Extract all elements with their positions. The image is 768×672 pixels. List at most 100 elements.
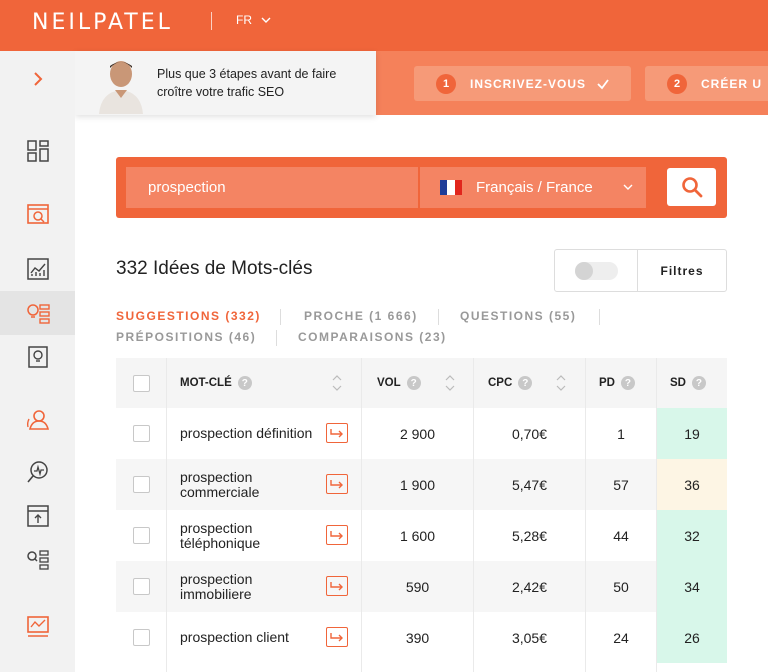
table-row[interactable]: prospection immobiliere 590 2,42€ 50 <box>116 561 727 612</box>
keyword-line: prospection client <box>180 629 289 645</box>
table-header: MOT-CLÉ ? VOL ? CPC ? PD ? SD ? <box>116 358 727 408</box>
tab-suggestions[interactable]: SUGGESTIONS (332) <box>116 309 261 323</box>
pd-cell: 50 <box>613 578 629 595</box>
sd-cell: 32 <box>657 510 727 561</box>
open-keyword-button[interactable] <box>326 423 348 443</box>
cpc-cell: 3,05€ <box>511 629 548 646</box>
keyword-text: prospection immobiliere <box>180 570 253 602</box>
table-row[interactable]: prospection téléphonique 1 600 5,28€ 44 <box>116 510 727 561</box>
keyword-line: prospection définition <box>180 425 313 441</box>
column-divider <box>166 358 167 672</box>
locale-select[interactable]: Français / France <box>420 167 646 208</box>
filter-toggle[interactable] <box>574 261 618 280</box>
volume-cell: 590 <box>405 578 430 595</box>
chart-icon <box>26 258 49 280</box>
column-header-vol[interactable]: VOL ? <box>377 358 421 408</box>
cpc-cell: 0,70€ <box>511 425 548 442</box>
tab-comparaisons[interactable]: COMPARAISONS (23) <box>298 330 447 344</box>
filters-button[interactable]: Filtres <box>638 250 726 291</box>
search-analytics-icon <box>26 461 48 483</box>
sort-icon[interactable] <box>445 374 455 392</box>
filter-toggle-area <box>555 250 638 291</box>
select-all-checkbox[interactable] <box>133 375 150 392</box>
sidebar-item-keyword-ideas[interactable] <box>0 291 75 335</box>
column-header-keyword[interactable]: MOT-CLÉ ? <box>180 358 252 408</box>
column-label: MOT-CLÉ <box>180 377 232 389</box>
sidebar-item-rank-tracker[interactable] <box>0 450 75 494</box>
info-icon[interactable]: ? <box>691 376 706 390</box>
upload-page-icon <box>26 505 49 527</box>
column-header-sd[interactable]: SD ? <box>670 358 706 408</box>
open-keyword-button[interactable] <box>326 525 348 545</box>
keyword-line: immobiliere <box>180 585 252 602</box>
info-icon[interactable]: ? <box>237 376 252 390</box>
row-checkbox[interactable] <box>133 629 150 646</box>
step-create-button[interactable]: 2 CRÉER U <box>645 66 768 101</box>
open-keyword-button[interactable] <box>326 627 348 647</box>
row-checkbox[interactable] <box>133 425 150 442</box>
sidebar-item-content-ideas[interactable] <box>0 335 75 379</box>
row-checkbox[interactable] <box>133 476 150 493</box>
keyword-line: prospection <box>180 570 253 587</box>
sidebar-item-backlinks[interactable] <box>0 398 75 442</box>
sidebar-item-dashboard[interactable] <box>0 129 75 173</box>
table-row[interactable]: prospection définition 2 900 0,70€ 1 <box>116 408 727 459</box>
content-ideas-icon <box>27 346 48 368</box>
sidebar-item-traffic-analyzer[interactable] <box>0 247 75 291</box>
language-selector[interactable]: FR <box>236 13 272 27</box>
sidebar-item-top-pages[interactable] <box>0 494 75 538</box>
table-row[interactable]: prospection commerciale 1 900 5,47€ 57 <box>116 459 727 510</box>
column-label: PD <box>599 377 615 389</box>
keyword-cell[interactable]: prospection client <box>180 612 320 663</box>
row-checkbox[interactable] <box>133 527 150 544</box>
sort-icon[interactable] <box>556 374 566 392</box>
column-divider <box>656 358 657 672</box>
step-number: 1 <box>436 73 456 94</box>
info-icon[interactable]: ? <box>518 376 533 390</box>
tab-proche[interactable]: PROCHE (1 666) <box>304 309 418 323</box>
tab-questions[interactable]: QUESTIONS (55) <box>460 309 576 323</box>
sidebar-expand[interactable] <box>0 57 75 101</box>
tab-prepositions[interactable]: PRÉPOSITIONS (46) <box>116 330 256 344</box>
arrow-right-icon <box>330 633 343 642</box>
sidebar-item-traffic-overview[interactable] <box>0 604 75 648</box>
filter-controls: Filtres <box>554 249 727 292</box>
column-divider <box>361 358 362 672</box>
search-button[interactable] <box>667 168 716 206</box>
keyword-cell[interactable]: prospection téléphonique <box>180 510 320 561</box>
keyword-cell[interactable]: prospection définition <box>180 408 320 459</box>
info-icon[interactable]: ? <box>406 376 421 390</box>
divider <box>211 12 212 30</box>
open-keyword-button[interactable] <box>326 474 348 494</box>
keyword-text: prospection client <box>180 630 289 645</box>
arrow-right-icon <box>330 582 343 591</box>
info-icon[interactable]: ? <box>620 376 635 390</box>
users-icon <box>26 410 49 430</box>
keyword-search-input[interactable] <box>126 167 418 208</box>
pd-cell: 57 <box>613 476 629 493</box>
onboarding-text: Plus que 3 étapes avant de faire croître… <box>157 67 337 99</box>
table-row[interactable]: prospection client 390 3,05€ 24 <box>116 612 727 663</box>
keyword-cell[interactable]: prospection commerciale <box>180 459 320 510</box>
open-keyword-button[interactable] <box>326 576 348 596</box>
tab-divider <box>280 309 281 325</box>
step-signup-button[interactable]: 1 INSCRIVEZ-VOUS <box>414 66 631 101</box>
results-title: 332 Idées de Mots-clés <box>116 258 313 279</box>
search-icon <box>681 177 702 198</box>
keyword-cell[interactable]: prospection immobiliere <box>180 561 320 612</box>
column-header-pd[interactable]: PD ? <box>599 358 635 408</box>
arrow-right-icon <box>330 480 343 489</box>
check-icon <box>597 78 609 89</box>
cpc-cell: 2,42€ <box>511 578 548 595</box>
cpc-cell: 5,47€ <box>511 476 548 493</box>
column-header-cpc[interactable]: CPC ? <box>488 358 533 408</box>
sidebar <box>0 51 75 672</box>
brand-logo[interactable]: NEILPATEL <box>32 10 173 35</box>
sidebar-item-keyword-list[interactable] <box>0 538 75 582</box>
sort-icon[interactable] <box>332 374 342 392</box>
sidebar-item-site-audit[interactable] <box>0 192 75 236</box>
keyword-line: commerciale <box>180 483 260 500</box>
row-checkbox[interactable] <box>133 578 150 595</box>
chevron-right-icon <box>33 72 42 86</box>
language-label: FR <box>236 13 252 27</box>
